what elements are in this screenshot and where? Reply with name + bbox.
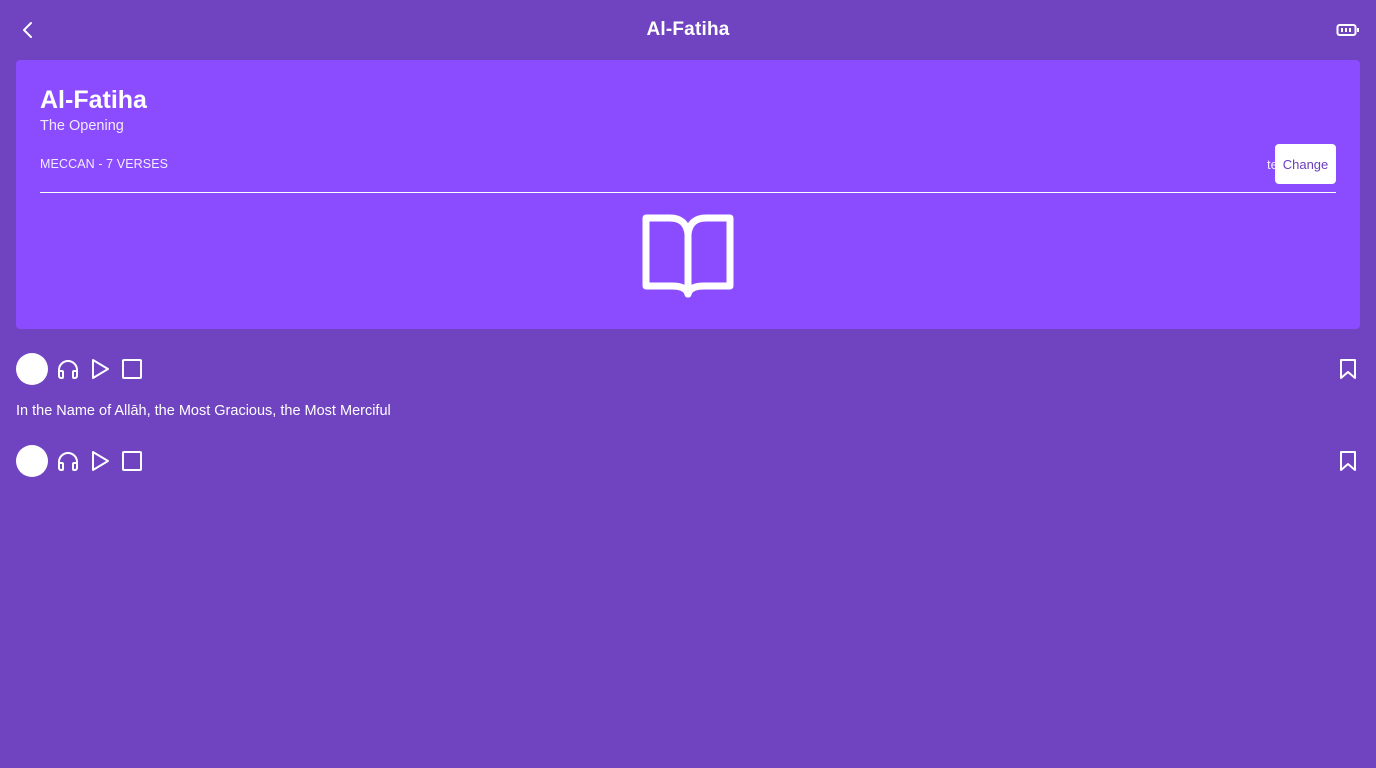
listen-button[interactable] [56, 449, 80, 473]
stop-icon [122, 359, 142, 379]
verse-number-badge[interactable] [16, 445, 48, 477]
play-button[interactable] [88, 449, 112, 473]
card-divider [40, 192, 1336, 193]
play-icon [92, 359, 109, 379]
stop-icon [122, 451, 142, 471]
stop-button[interactable] [120, 449, 144, 473]
bookmark-icon [1340, 359, 1356, 379]
listen-button[interactable] [56, 357, 80, 381]
top-app-bar: Al-Fatiha [0, 0, 1376, 60]
verse-2-controls [16, 445, 1360, 477]
verse-number-badge[interactable] [16, 353, 48, 385]
bookmark-button[interactable] [1336, 357, 1360, 381]
verse-1-controls [16, 353, 1360, 385]
change-reciter-button[interactable]: Change [1275, 144, 1336, 184]
headphones-icon [58, 452, 78, 471]
open-book-icon [642, 214, 734, 298]
surah-name: Al-Fatiha [40, 86, 147, 114]
page-title: Al-Fatiha [646, 19, 730, 40]
stop-button[interactable] [120, 357, 144, 381]
battery-icon [1336, 24, 1359, 36]
play-icon [92, 451, 109, 471]
bookmark-icon [1340, 451, 1356, 471]
bookmark-button[interactable] [1336, 449, 1360, 473]
surah-header-card: Al-Fatiha The Opening MECCAN - 7 VERSES … [16, 60, 1360, 329]
surah-translation: The Opening [40, 118, 124, 134]
surah-meta: MECCAN - 7 VERSES [40, 157, 169, 171]
play-button[interactable] [88, 357, 112, 381]
verse-1-translation: In the Name of Allāh, the Most Gracious,… [16, 403, 391, 419]
battery-button[interactable] [1336, 18, 1360, 42]
headphones-icon [58, 360, 78, 379]
